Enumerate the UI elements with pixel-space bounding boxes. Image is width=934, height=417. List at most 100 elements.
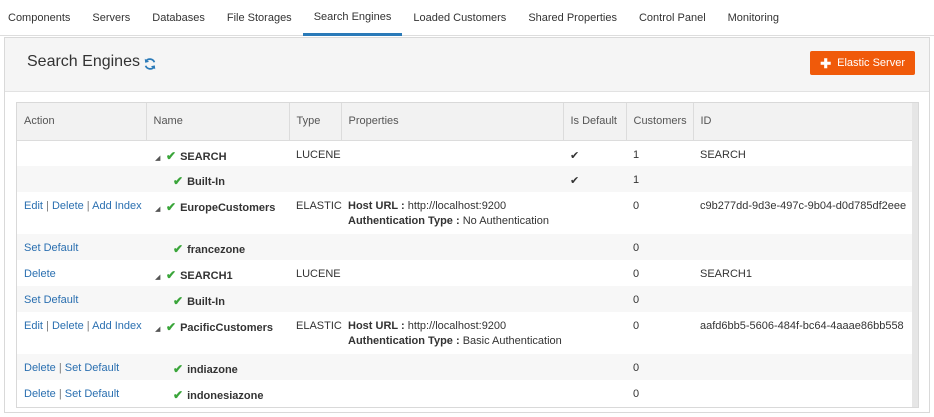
set-default-link[interactable]: Set Default bbox=[24, 242, 78, 254]
page-title: Search Engines bbox=[27, 53, 140, 70]
tab-databases[interactable]: Databases bbox=[141, 0, 216, 36]
table-row: Delete ◢ ✔ SEARCH1 LUCENE 0 SEARCH1 bbox=[17, 260, 914, 286]
action-cell: Delete | Set Default bbox=[17, 354, 146, 380]
add-index-link[interactable]: Add Index bbox=[92, 200, 142, 212]
type-cell: LUCENE bbox=[289, 140, 341, 166]
id-cell: c9b277dd-9d3e-497c-9b04-d0d785df2eee bbox=[693, 192, 914, 234]
name-cell: ◢ ✔ SEARCH bbox=[146, 140, 289, 166]
column-header-name[interactable]: Name bbox=[146, 103, 290, 141]
type-cell bbox=[289, 380, 341, 406]
add-index-link[interactable]: Add Index bbox=[92, 320, 142, 332]
property-value: http://localhost:9200 bbox=[407, 320, 507, 332]
check-icon: ✔ bbox=[166, 268, 177, 282]
delete-link[interactable]: Delete bbox=[52, 320, 84, 332]
set-default-link[interactable]: Set Default bbox=[24, 294, 78, 306]
is-default-cell bbox=[563, 192, 626, 234]
name-cell: ✔ indiazone bbox=[146, 354, 289, 380]
engine-name: EuropeCustomers bbox=[180, 202, 276, 214]
is-default-cell bbox=[563, 312, 626, 354]
tab-servers[interactable]: Servers bbox=[81, 0, 141, 36]
property-key: Host URL : bbox=[348, 320, 405, 332]
type-cell bbox=[289, 166, 341, 192]
engine-name: SEARCH1 bbox=[180, 270, 233, 282]
vertical-scrollbar[interactable] bbox=[912, 103, 918, 407]
column-header-type[interactable]: Type bbox=[289, 103, 342, 141]
action-cell: Set Default bbox=[17, 234, 146, 260]
name-cell: ◢ ✔ PacificCustomers bbox=[146, 312, 289, 354]
caret-expanded-icon[interactable]: ◢ bbox=[155, 205, 166, 213]
search-engines-table: Action Name Type Properties Is Default Custom… bbox=[16, 102, 919, 408]
caret-expanded-icon[interactable]: ◢ bbox=[155, 154, 166, 162]
id-cell bbox=[693, 234, 914, 260]
delete-link[interactable]: Delete bbox=[52, 200, 84, 212]
action-cell: Set Default bbox=[17, 286, 146, 312]
set-default-link[interactable]: Set Default bbox=[65, 388, 119, 400]
property-line: Host URL : http://localhost:9200 bbox=[348, 320, 563, 332]
delete-link[interactable]: Delete bbox=[24, 268, 56, 280]
customers-cell: 1 bbox=[626, 166, 693, 192]
table-row: ✔ Built-In ✔ 1 bbox=[17, 166, 914, 192]
name-cell: ✔ Built-In bbox=[146, 286, 289, 312]
plus-icon: ✚ bbox=[820, 55, 832, 71]
set-default-link[interactable]: Set Default bbox=[65, 362, 119, 374]
is-default-cell bbox=[563, 354, 626, 380]
check-icon: ✔ bbox=[173, 242, 184, 256]
tab-components[interactable]: Components bbox=[0, 0, 81, 36]
check-icon: ✔ bbox=[166, 148, 177, 163]
tab-file-storages[interactable]: File Storages bbox=[216, 0, 303, 36]
column-header-properties[interactable]: Properties bbox=[341, 103, 564, 141]
delete-link[interactable]: Delete bbox=[24, 388, 56, 400]
property-value: Basic Authentication bbox=[462, 335, 562, 347]
action-separator: | bbox=[83, 200, 93, 212]
column-header-action[interactable]: Action bbox=[17, 103, 147, 141]
tab-loaded-customers[interactable]: Loaded Customers bbox=[402, 0, 517, 36]
tab-search-engines[interactable]: Search Engines bbox=[302, 0, 403, 36]
engine-name: Built-In bbox=[187, 296, 225, 308]
property-line: Authentication Type : No Authentication bbox=[348, 215, 563, 227]
caret-expanded-icon[interactable]: ◢ bbox=[155, 273, 166, 281]
column-header-customers[interactable]: Customers bbox=[626, 103, 694, 141]
checkmark-icon: ✔ bbox=[570, 149, 580, 162]
properties-cell bbox=[341, 286, 563, 312]
column-header-is-default[interactable]: Is Default bbox=[563, 103, 627, 141]
name-cell: ✔ Built-In bbox=[146, 166, 289, 192]
add-elastic-server-button[interactable]: ✚ Elastic Server bbox=[810, 51, 915, 75]
customers-cell: 1 bbox=[626, 140, 693, 166]
engine-name: indonesiazone bbox=[187, 390, 264, 402]
refresh-icon[interactable] bbox=[143, 57, 157, 71]
action-separator: | bbox=[42, 320, 52, 332]
properties-cell bbox=[341, 140, 563, 166]
tab-shared-properties[interactable]: Shared Properties bbox=[517, 0, 628, 36]
edit-link[interactable]: Edit bbox=[24, 320, 43, 332]
engine-name: SEARCH bbox=[180, 150, 227, 163]
edit-link[interactable]: Edit bbox=[24, 200, 43, 212]
action-separator: | bbox=[42, 200, 52, 212]
engine-name: indiazone bbox=[187, 364, 238, 376]
properties-cell: Host URL : http://localhost:9200 Authenti… bbox=[341, 312, 563, 354]
caret-expanded-icon[interactable]: ◢ bbox=[155, 325, 166, 333]
customers-cell: 0 bbox=[626, 234, 693, 260]
name-cell: ✔ indonesiazone bbox=[146, 380, 289, 406]
action-separator: | bbox=[55, 388, 65, 400]
type-cell: ELASTIC bbox=[289, 312, 342, 354]
properties-cell bbox=[341, 354, 563, 380]
table-row: Set Default ✔ francezone 0 bbox=[17, 234, 914, 260]
delete-link[interactable]: Delete bbox=[24, 362, 56, 374]
page-header: Search Engines ✚ Elastic Server bbox=[5, 38, 929, 92]
table-row: Delete | Set Default ✔ indonesiazone 0 bbox=[17, 380, 914, 406]
action-cell: Edit | Delete | Add Index bbox=[17, 192, 146, 234]
properties-cell bbox=[341, 234, 563, 260]
tab-control-panel[interactable]: Control Panel bbox=[628, 0, 717, 36]
tab-monitoring[interactable]: Monitoring bbox=[717, 0, 790, 36]
check-icon: ✔ bbox=[173, 174, 184, 188]
action-separator: | bbox=[83, 320, 93, 332]
properties-cell bbox=[341, 166, 563, 192]
checkmark-icon: ✔ bbox=[570, 175, 580, 187]
column-header-id[interactable]: ID bbox=[693, 103, 914, 141]
type-cell bbox=[289, 354, 341, 380]
is-default-cell bbox=[563, 286, 626, 312]
is-default-cell: ✔ bbox=[563, 166, 626, 192]
type-cell: LUCENE bbox=[289, 260, 341, 286]
check-icon: ✔ bbox=[173, 388, 184, 402]
engine-name: francezone bbox=[187, 244, 246, 256]
